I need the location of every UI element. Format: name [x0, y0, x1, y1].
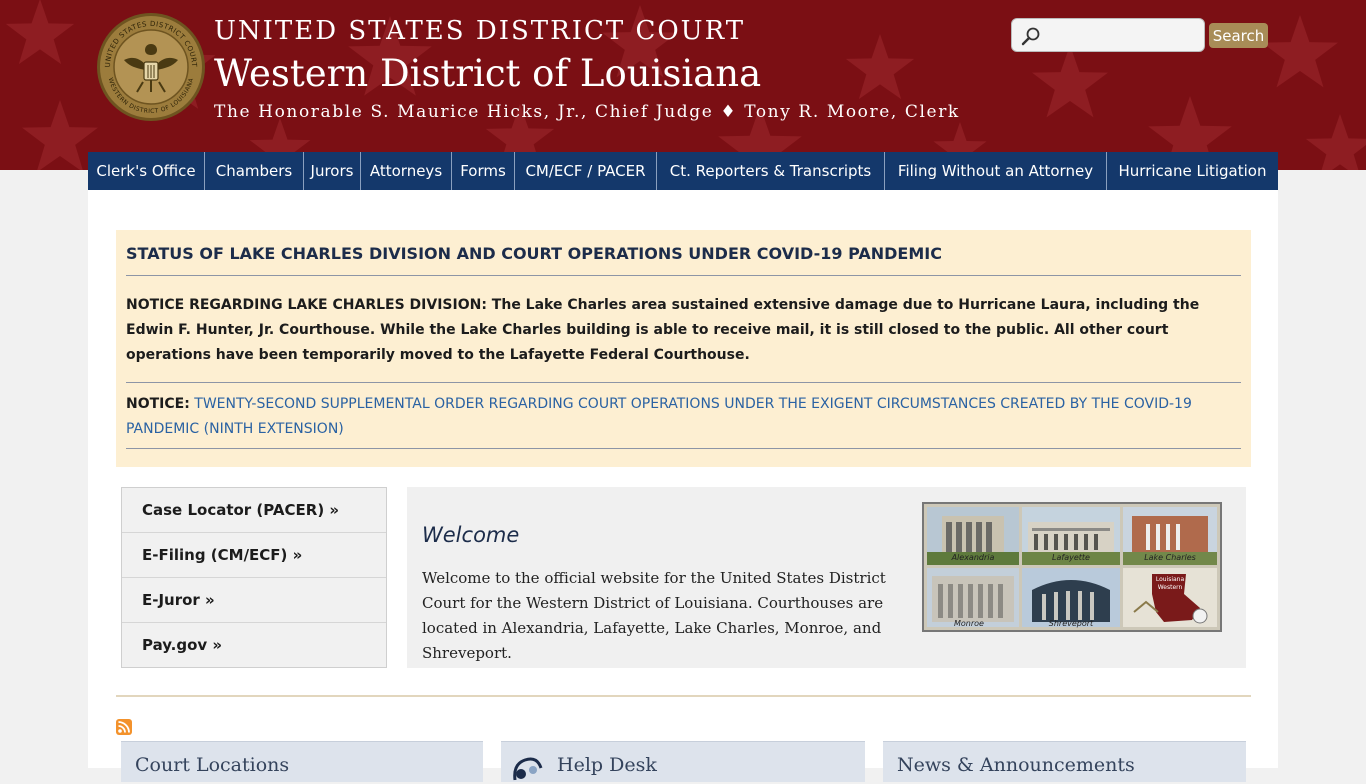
alexandria-courthouse-image: Alexandria [927, 507, 1019, 565]
nav-item-attorneys[interactable]: Attorneys [361, 152, 452, 190]
court-locations-card[interactable]: Court Locations [121, 741, 483, 782]
lafayette-courthouse-image: Lafayette [1022, 507, 1120, 565]
search-icon [1021, 27, 1040, 46]
nav-item-clerks-office[interactable]: Clerk's Office [88, 152, 205, 190]
nav-item-filing-without-attorney[interactable]: Filing Without an Attorney [885, 152, 1107, 190]
quick-links-list: Case Locator (PACER) » E-Filing (CM/ECF)… [121, 487, 387, 668]
map-label-bottom: Western [1158, 584, 1183, 591]
help-desk-card[interactable]: Help Desk [501, 741, 865, 782]
notice-divider-bottom [126, 448, 1241, 449]
monroe-courthouse-image: Monroe [927, 568, 1019, 628]
main-navigation: Clerk's Office Chambers Jurors Attorneys… [88, 152, 1278, 190]
nav-item-hurricane-litigation[interactable]: Hurricane Litigation [1107, 152, 1278, 190]
district-name[interactable]: Western District of Louisiana [214, 52, 761, 95]
caption-lafayette: Lafayette [1052, 553, 1090, 562]
news-announcements-title: News & Announcements [897, 754, 1135, 776]
welcome-title: Welcome [422, 523, 520, 547]
louisiana-map-image: Louisiana Western [1123, 568, 1217, 627]
notice-body: NOTICE REGARDING LAKE CHARLES DIVISION: … [126, 297, 1200, 363]
rss-feed-icon[interactable] [116, 719, 132, 735]
nav-item-court-reporters[interactable]: Ct. Reporters & Transcripts [657, 152, 885, 190]
nav-item-cmecf-pacer[interactable]: CM/ECF / PACER [515, 152, 657, 190]
map-label-top: Louisiana [1156, 576, 1185, 583]
quick-link-e-juror[interactable]: E-Juror » [122, 578, 386, 623]
section-divider [116, 695, 1251, 697]
notice-title: STATUS OF LAKE CHARLES DIVISION AND COUR… [126, 244, 942, 263]
supplemental-order-link[interactable]: TWENTY-SECOND SUPPLEMENTAL ORDER REGARDI… [126, 396, 1192, 437]
notice-link-line: NOTICE: TWENTY-SECOND SUPPLEMENTAL ORDER… [126, 392, 1206, 442]
nav-item-chambers[interactable]: Chambers [205, 152, 304, 190]
help-desk-icon [513, 757, 543, 781]
covid-notice-box: STATUS OF LAKE CHARLES DIVISION AND COUR… [116, 230, 1251, 467]
judges-line: The Honorable S. Maurice Hicks, Jr., Chi… [214, 102, 960, 122]
caption-shreveport: Shreveport [1049, 619, 1094, 628]
quick-link-e-filing[interactable]: E-Filing (CM/ECF) » [122, 533, 386, 578]
quick-link-pay-gov[interactable]: Pay.gov » [122, 623, 386, 668]
lake-charles-courthouse-image: Lake Charles [1123, 507, 1217, 565]
nav-item-forms[interactable]: Forms [452, 152, 515, 190]
court-locations-title: Court Locations [135, 754, 290, 776]
notice-divider-middle [126, 382, 1241, 383]
court-seal-logo: UNITED STATES DISTRICT COURT WESTERN DIS… [97, 13, 205, 121]
notice-divider-top [126, 275, 1241, 276]
welcome-text: Welcome to the official website for the … [422, 569, 886, 662]
quick-link-case-locator[interactable]: Case Locator (PACER) » [122, 488, 386, 533]
help-desk-title: Help Desk [557, 754, 657, 776]
search-field[interactable] [1011, 18, 1205, 52]
caption-lake-charles: Lake Charles [1144, 553, 1196, 562]
search-input[interactable] [1046, 24, 1200, 48]
search-button[interactable]: Search [1209, 23, 1268, 48]
shreveport-courthouse-image: Shreveport [1022, 568, 1120, 628]
nav-item-jurors[interactable]: Jurors [304, 152, 361, 190]
site-header: UNITED STATES DISTRICT COURT WESTERN DIS… [0, 0, 1366, 170]
court-name: UNITED STATES DISTRICT COURT [214, 16, 746, 46]
caption-alexandria: Alexandria [951, 553, 995, 562]
news-announcements-card[interactable]: News & Announcements [883, 741, 1246, 782]
courthouse-photo-collage[interactable]: Alexandria Lafayette Lake Charles Monroe [922, 502, 1222, 632]
notice-link-prefix: NOTICE: [126, 396, 190, 412]
caption-monroe: Monroe [954, 619, 984, 628]
